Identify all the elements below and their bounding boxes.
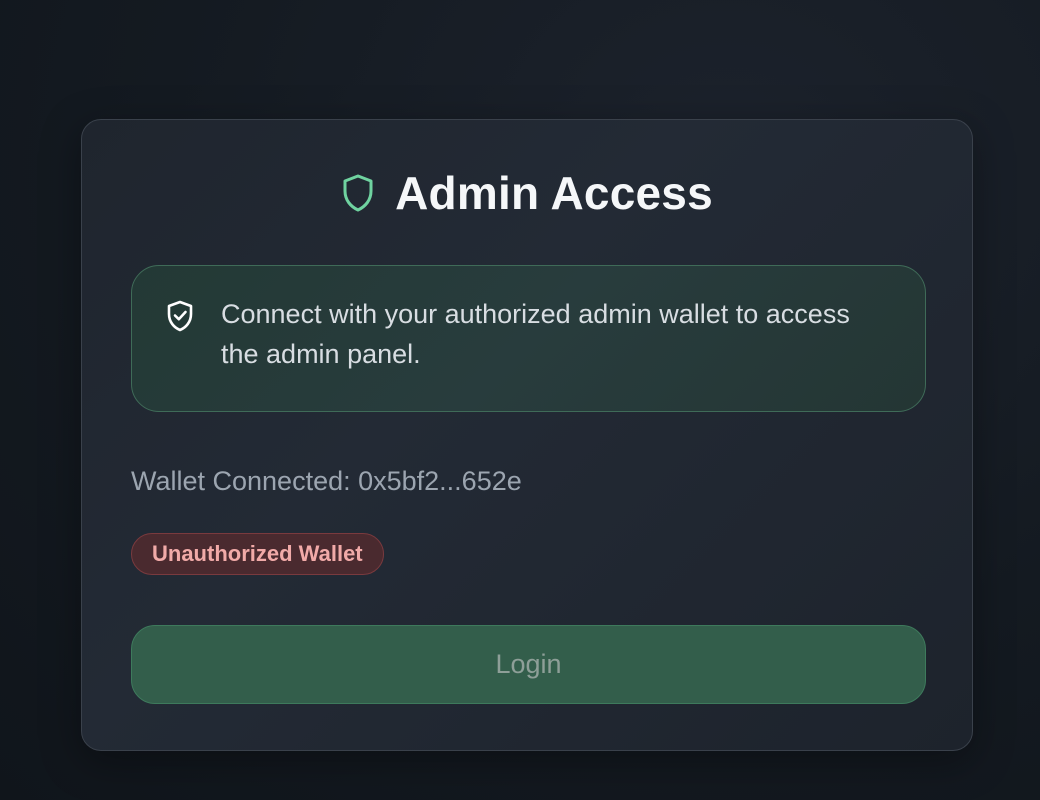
info-message: Connect with your authorized admin walle…: [221, 299, 850, 369]
info-notice: Connect with your authorized admin walle…: [131, 265, 926, 412]
shield-icon: [341, 173, 375, 213]
page-title: Admin Access: [395, 167, 713, 219]
login-button[interactable]: Login: [131, 625, 926, 704]
admin-login-card: Admin Access Connect with your authorize…: [81, 119, 973, 751]
wallet-status: Wallet Connected: 0x5bf2...652e: [131, 466, 522, 496]
title-row: Admin Access: [82, 168, 972, 218]
status-badge: Unauthorized Wallet: [131, 533, 384, 575]
shield-check-icon: [166, 300, 194, 332]
